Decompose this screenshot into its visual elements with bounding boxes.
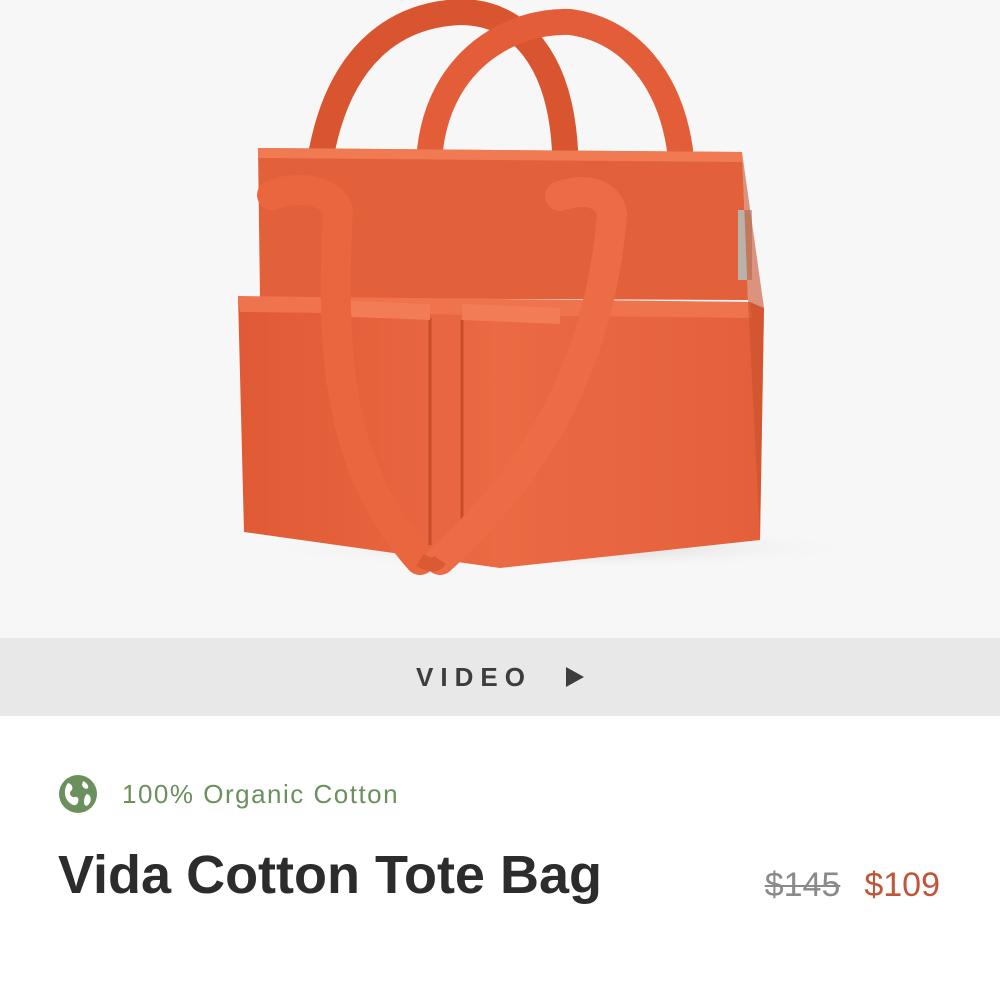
product-page: VIDEO 100% Organic Cotton Vida Cotton To…	[0, 0, 1000, 1000]
globe-icon	[59, 775, 97, 813]
sale-price: $109	[864, 866, 940, 904]
product-title: Vida Cotton Tote Bag	[58, 845, 602, 905]
tote-bag-image	[238, 0, 860, 575]
play-icon	[565, 667, 584, 687]
original-price: $145	[764, 866, 841, 904]
organic-cotton-badge: 100% Organic Cotton	[58, 774, 399, 814]
badge-label: 100% Organic Cotton	[122, 778, 400, 809]
video-button[interactable]: VIDEO	[0, 638, 1000, 716]
product-image[interactable]	[0, 0, 1000, 638]
video-label: VIDEO	[416, 661, 532, 692]
price: $145 $109	[765, 866, 940, 905]
